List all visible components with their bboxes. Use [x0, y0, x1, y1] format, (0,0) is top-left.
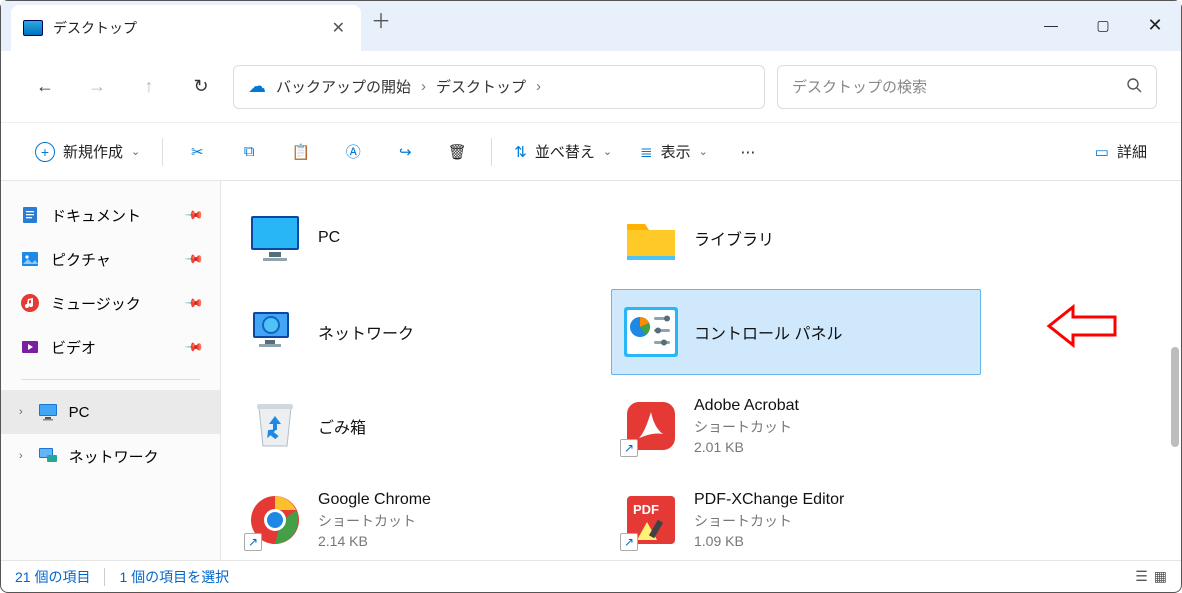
chevron-right-icon: › [421, 78, 426, 95]
item-count-label: 21 個の項目 [15, 567, 90, 587]
callout-arrow [1043, 301, 1121, 356]
titlebar: デスクトップ ✕ ＋ ― ▢ ✕ [1, 1, 1181, 51]
chevron-right-icon[interactable]: › [536, 78, 541, 95]
recycle-bin-icon [246, 397, 304, 455]
sidebar-item-network[interactable]: › ネットワーク [1, 434, 220, 478]
pin-icon: 📌 [184, 293, 204, 313]
tab-desktop[interactable]: デスクトップ ✕ [11, 5, 361, 51]
pin-icon: 📌 [184, 205, 204, 225]
selection-count-label: 1 個の項目を選択 [119, 567, 229, 587]
sidebar: ドキュメント 📌 ピクチャ 📌 ミュージック 📌 [1, 181, 221, 560]
scissors-icon: ✂ [191, 143, 204, 161]
copy-button[interactable]: ⧉ [227, 133, 271, 171]
tiles-view-button[interactable]: ▦ [1154, 568, 1167, 585]
shortcut-overlay-icon: ↗ [244, 533, 262, 551]
search-placeholder: デスクトップの検索 [792, 76, 927, 97]
vertical-scrollbar[interactable] [1171, 347, 1179, 447]
crumb-desktop[interactable]: デスクトップ [436, 76, 526, 97]
new-button[interactable]: + 新規作成 ⌄ [25, 133, 150, 171]
rename-icon: Ⓐ [346, 141, 361, 162]
paste-icon: 📋 [292, 143, 311, 161]
backup-label: バックアップの開始 [276, 76, 411, 97]
address-bar: ← → ↑ ↻ ☁ バックアップの開始 › デスクトップ › デスクトップの検索 [1, 51, 1181, 123]
item-adobe-acrobat[interactable]: ↗ Adobe Acrobat ショートカット 2.01 KB [611, 383, 981, 469]
more-button[interactable]: ⋯ [726, 133, 770, 171]
pin-icon: 📌 [184, 249, 204, 269]
library-icon [622, 209, 680, 267]
breadcrumb[interactable]: ☁ バックアップの開始 › デスクトップ › [233, 65, 765, 109]
sidebar-item-music[interactable]: ミュージック 📌 [1, 281, 220, 325]
sidebar-item-documents[interactable]: ドキュメント 📌 [1, 193, 220, 237]
chevron-right-icon: › [19, 406, 23, 418]
network-icon [37, 445, 59, 467]
new-tab-button[interactable]: ＋ [361, 5, 401, 34]
music-icon [19, 292, 41, 314]
up-button[interactable]: ↑ [129, 67, 169, 107]
content-area: PC ライブラリ ネットワーク [221, 181, 1181, 560]
item-libraries[interactable]: ライブラリ [611, 195, 981, 281]
cut-button[interactable]: ✂ [175, 133, 219, 171]
item-pc[interactable]: PC [235, 195, 605, 281]
sidebar-item-pictures[interactable]: ピクチャ 📌 [1, 237, 220, 281]
copy-icon: ⧉ [244, 143, 255, 160]
item-recycle-bin[interactable]: ごみ箱 [235, 383, 605, 469]
ellipsis-icon: ⋯ [740, 143, 755, 161]
delete-button[interactable]: 🗑 [435, 133, 479, 171]
svg-text:PDF: PDF [633, 502, 659, 517]
pdf-xchange-icon: PDF ↗ [622, 491, 680, 549]
document-icon [19, 204, 41, 226]
chevron-down-icon: ⌄ [131, 145, 140, 158]
search-icon [1126, 77, 1142, 97]
view-button[interactable]: ≣ 表示 ⌄ [630, 133, 718, 171]
status-bar: 21 個の項目 1 個の項目を選択 ☰ ▦ [1, 560, 1181, 592]
explorer-window: デスクトップ ✕ ＋ ― ▢ ✕ ← → ↑ ↻ ☁ バックアップの開始 › デ… [0, 0, 1182, 593]
rename-button[interactable]: Ⓐ [331, 133, 375, 171]
pictures-icon [19, 248, 41, 270]
details-pane-button[interactable]: ▭ 詳細 [1085, 133, 1157, 171]
close-button[interactable]: ✕ [1129, 5, 1181, 45]
adobe-acrobat-icon: ↗ [622, 397, 680, 455]
back-button[interactable]: ← [25, 67, 65, 107]
forward-button[interactable]: → [77, 67, 117, 107]
share-icon: ↪ [399, 143, 412, 161]
network-icon [246, 303, 304, 361]
shortcut-overlay-icon: ↗ [620, 533, 638, 551]
sidebar-item-videos[interactable]: ビデオ 📌 [1, 325, 220, 369]
toolbar: + 新規作成 ⌄ ✂ ⧉ 📋 Ⓐ ↪ 🗑 ⇅ 並べ替え ⌄ ≣ 表示 ⌄ ⋯ ▭… [1, 123, 1181, 181]
shortcut-overlay-icon: ↗ [620, 439, 638, 457]
item-network[interactable]: ネットワーク [235, 289, 605, 375]
item-google-chrome[interactable]: ↗ Google Chrome ショートカット 2.14 KB [235, 477, 605, 560]
share-button[interactable]: ↪ [383, 133, 427, 171]
sort-icon: ⇅ [514, 143, 527, 161]
view-icon: ≣ [640, 143, 653, 161]
pc-icon [37, 401, 59, 423]
item-control-panel[interactable]: コントロール パネル [611, 289, 981, 375]
refresh-button[interactable]: ↻ [181, 67, 221, 107]
chevron-down-icon: ⌄ [699, 145, 708, 158]
sort-button[interactable]: ⇅ 並べ替え ⌄ [504, 133, 622, 171]
plus-icon: + [35, 142, 55, 162]
chevron-down-icon: ⌄ [603, 145, 612, 158]
video-icon [19, 336, 41, 358]
pc-icon [246, 209, 304, 267]
chrome-icon: ↗ [246, 491, 304, 549]
close-tab-icon[interactable]: ✕ [328, 14, 349, 42]
paste-button[interactable]: 📋 [279, 133, 323, 171]
details-icon: ▭ [1095, 143, 1109, 161]
pin-icon: 📌 [184, 337, 204, 357]
details-view-button[interactable]: ☰ [1135, 568, 1148, 585]
search-input[interactable]: デスクトップの検索 [777, 65, 1157, 109]
item-pdf-xchange[interactable]: PDF ↗ PDF-XChange Editor ショートカット 1.09 KB [611, 477, 981, 560]
sidebar-item-pc[interactable]: › PC [1, 390, 220, 434]
tab-title: デスクトップ [53, 18, 318, 38]
cloud-backup-icon: ☁ [248, 76, 266, 97]
control-panel-icon [622, 303, 680, 361]
chevron-right-icon: › [19, 450, 23, 462]
trash-icon: 🗑 [448, 143, 467, 161]
minimize-button[interactable]: ― [1025, 5, 1077, 45]
desktop-icon [23, 20, 43, 36]
maximize-button[interactable]: ▢ [1077, 5, 1129, 45]
